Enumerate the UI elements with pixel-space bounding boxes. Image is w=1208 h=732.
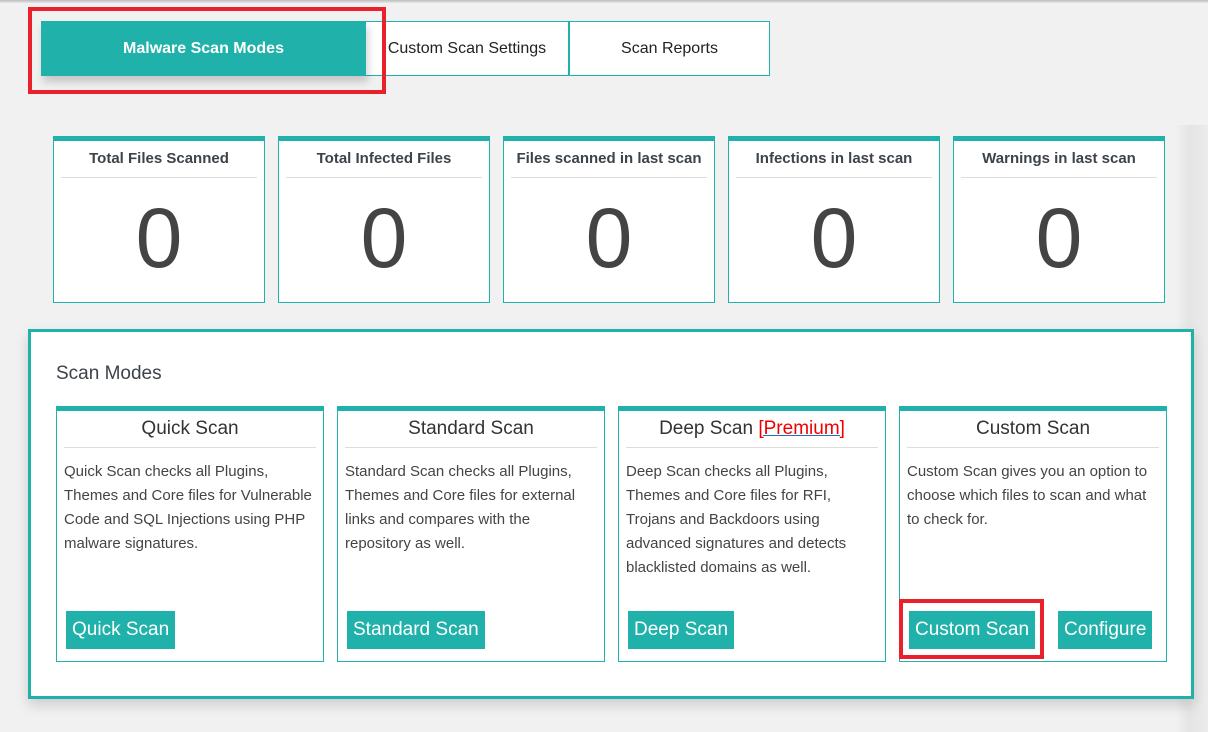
stat-title: Total Infected Files: [286, 141, 482, 178]
mode-card-custom-scan: Custom Scan Custom Scan gives you an opt…: [899, 406, 1167, 662]
mode-description: Custom Scan gives you an option to choos…: [907, 463, 1148, 528]
mode-card-quick-scan: Quick Scan Quick Scan checks all Plugins…: [56, 406, 324, 662]
stats-row: Total Files Scanned 0 Total Infected Fil…: [53, 136, 1165, 303]
stat-card-infections-last-scan: Infections in last scan 0: [728, 136, 940, 303]
custom-scan-button[interactable]: Custom Scan: [909, 611, 1036, 649]
quick-scan-button[interactable]: Quick Scan: [66, 611, 176, 649]
deep-scan-button[interactable]: Deep Scan: [628, 611, 735, 649]
mode-title: Deep Scan [Premium]: [626, 411, 878, 448]
premium-link[interactable]: [Premium]: [758, 418, 845, 439]
tab-bar: Malware Scan Modes Custom Scan Settings …: [41, 21, 770, 76]
stat-card-total-files-scanned: Total Files Scanned 0: [53, 136, 265, 303]
tab-malware-scan-modes[interactable]: Malware Scan Modes: [41, 21, 366, 76]
top-shadow: [0, 0, 1208, 3]
panel-title: Scan Modes: [56, 363, 162, 384]
scan-modes-panel: Scan Modes Quick Scan Quick Scan checks …: [28, 329, 1194, 699]
mode-description: Deep Scan checks all Plugins, Themes and…: [626, 463, 847, 576]
stat-value: 0: [360, 191, 408, 285]
mode-description: Quick Scan checks all Plugins, Themes an…: [64, 463, 312, 552]
stat-title: Files scanned in last scan: [511, 141, 707, 178]
stat-title: Warnings in last scan: [961, 141, 1157, 178]
configure-button[interactable]: Configure: [1058, 611, 1153, 649]
mode-description: Standard Scan checks all Plugins, Themes…: [345, 463, 576, 552]
mode-title: Standard Scan: [345, 411, 597, 448]
stat-value: 0: [1035, 191, 1083, 285]
mode-card-standard-scan: Standard Scan Standard Scan checks all P…: [337, 406, 605, 662]
stat-card-total-infected-files: Total Infected Files 0: [278, 136, 490, 303]
mode-card-deep-scan: Deep Scan [Premium] Deep Scan checks all…: [618, 406, 886, 662]
stat-card-files-scanned-last-scan: Files scanned in last scan 0: [503, 136, 715, 303]
mode-title: Custom Scan: [907, 411, 1159, 448]
tab-scan-reports[interactable]: Scan Reports: [569, 21, 770, 76]
stat-title: Infections in last scan: [736, 141, 932, 178]
mode-title: Quick Scan: [64, 411, 316, 448]
stat-value: 0: [135, 191, 183, 285]
mode-title-text: Deep Scan: [659, 418, 754, 439]
tab-custom-scan-settings[interactable]: Custom Scan Settings: [366, 21, 569, 76]
stat-value: 0: [585, 191, 633, 285]
stat-card-warnings-last-scan: Warnings in last scan 0: [953, 136, 1165, 303]
stat-title: Total Files Scanned: [61, 141, 257, 178]
scan-modes-list: Quick Scan Quick Scan checks all Plugins…: [56, 406, 1167, 662]
standard-scan-button[interactable]: Standard Scan: [347, 611, 485, 649]
stat-value: 0: [810, 191, 858, 285]
